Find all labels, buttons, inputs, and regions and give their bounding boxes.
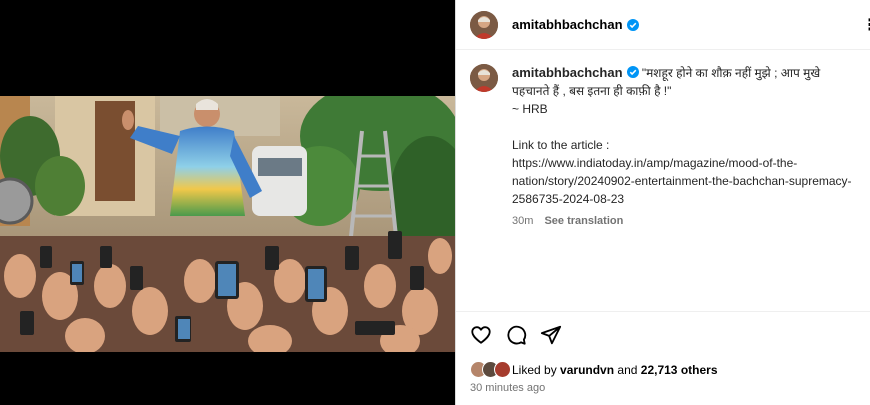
comment-icon[interactable]: [505, 324, 527, 346]
post-viewer: amitabhbachchan ⋮ amitabhbachchan "मशहूर…: [0, 0, 870, 405]
post-caption: amitabhbachchan "मशहूर होने का शौक़ नहीं…: [470, 64, 860, 230]
caption-username[interactable]: amitabhbachchan: [512, 65, 623, 80]
share-icon[interactable]: [540, 324, 562, 346]
verified-icon: [626, 18, 639, 31]
liked-by-prefix: Liked by: [512, 362, 557, 377]
see-translation-button[interactable]: See translation: [544, 215, 623, 227]
post-actions-section: Liked by varundvn and 22,713 others 30 m…: [456, 311, 870, 405]
post-header: amitabhbachchan ⋮: [456, 0, 870, 50]
post-photo: [0, 96, 455, 352]
caption-link-label: Link to the article :: [512, 138, 610, 152]
caption-avatar[interactable]: [470, 64, 498, 92]
post-media[interactable]: [0, 0, 455, 405]
more-options-icon[interactable]: ⋮: [862, 15, 870, 35]
caption-link-line: nation/story/20240902-entertainment-the-…: [512, 174, 852, 188]
liked-by-user[interactable]: varundvn: [560, 363, 614, 377]
caption-link-line: https://www.indiatoday.in/amp/magazine/m…: [512, 156, 798, 170]
avatar: [494, 361, 511, 378]
post-details-panel: amitabhbachchan ⋮ amitabhbachchan "मशहूर…: [455, 0, 870, 405]
caption-age: 30m: [512, 215, 534, 227]
liked-by-and: and: [617, 362, 638, 377]
avatar[interactable]: [470, 10, 498, 39]
caption-text-line: पहचानते हैं , बस इतना ही काफ़ी है !": [512, 84, 672, 98]
caption-signature: ~ HRB: [512, 102, 548, 116]
caption-meta: 30m See translation: [512, 212, 860, 230]
liker-avatars[interactable]: [470, 361, 511, 378]
action-bar: [470, 324, 562, 346]
caption-link-line: 2586735-2024-08-23: [512, 192, 625, 206]
caption-text-line: "मशहूर होने का शौक़ नहीं मुझे ; आप मुखे: [641, 66, 821, 80]
verified-icon: [626, 66, 639, 78]
heart-icon[interactable]: [470, 324, 492, 346]
header-username[interactable]: amitabhbachchan: [512, 17, 623, 32]
likes-summary: Liked by varundvn and 22,713 others: [470, 361, 718, 378]
liked-by-others[interactable]: 22,713 others: [641, 363, 718, 377]
post-timestamp[interactable]: 30 minutes ago: [470, 382, 545, 394]
